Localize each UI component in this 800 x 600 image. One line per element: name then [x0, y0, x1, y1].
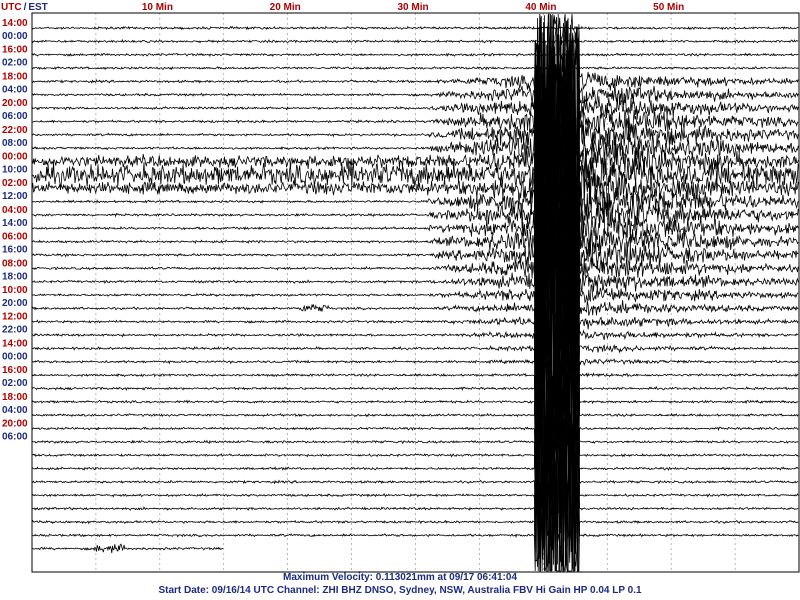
utc-time-label: 16:00	[2, 365, 28, 376]
utc-time-label: 14:00	[2, 18, 28, 29]
utc-time-label: 20:00	[2, 419, 28, 430]
utc-time-label: 00:00	[2, 152, 28, 163]
header-est: EST	[28, 2, 47, 13]
trace-line	[31, 25, 799, 31]
trace-line	[31, 251, 799, 394]
trace-line	[31, 435, 799, 555]
utc-time-label: 10:00	[2, 285, 28, 296]
trace-line	[31, 395, 799, 515]
footer-start-info: Start Date: 09/16/14 UTC Channel: ZHI BH…	[158, 585, 642, 596]
trace-line	[31, 311, 799, 437]
trace-line	[31, 15, 799, 176]
header-label: UTC / EST	[1, 2, 48, 13]
footer-max-velocity: Maximum Velocity: 0.113021mm at 09/17 06…	[282, 572, 518, 583]
utc-time-label: 18:00	[2, 392, 28, 403]
trace-line	[31, 543, 224, 554]
x-tick-label: 50 Min	[653, 2, 684, 13]
trace-line	[31, 266, 799, 402]
est-time-label: 18:00	[2, 271, 28, 282]
est-time-label: 14:00	[2, 218, 28, 229]
header-sep: /	[24, 2, 27, 13]
header-utc: UTC	[1, 2, 22, 13]
x-tick-label: 40 Min	[525, 2, 556, 13]
trace-line	[32, 421, 799, 541]
trace-line	[31, 325, 799, 451]
trace-line	[31, 66, 799, 71]
utc-time-label: 06:00	[2, 232, 28, 243]
trace-line	[31, 38, 799, 44]
utc-time-label: 12:00	[2, 312, 28, 323]
est-time-label: 10:00	[2, 165, 28, 176]
utc-time-label: 14:00	[2, 338, 28, 349]
x-tick-label: 20 Min	[270, 2, 301, 13]
utc-time-label: 18:00	[2, 71, 28, 82]
x-tick-label: 10 Min	[142, 2, 173, 13]
est-time-label: 00:00	[2, 31, 28, 42]
trace-line	[31, 462, 799, 572]
trace-line	[31, 354, 799, 476]
est-time-label: 06:00	[2, 432, 28, 443]
utc-time-label: 04:00	[2, 205, 28, 216]
trace-line	[31, 282, 799, 415]
utc-time-label: 22:00	[2, 125, 28, 136]
seismogram-plot: 10 Min 20 Min 30 Min 40 Min 50 Min 14:00 00:0…	[1, 2, 800, 573]
trace-line	[31, 340, 799, 464]
trace-line	[31, 22, 799, 194]
trace-line	[31, 198, 799, 361]
x-tick-label: 30 Min	[398, 2, 429, 13]
est-time-label: 06:00	[2, 111, 28, 122]
est-time-label: 02:00	[2, 58, 28, 69]
utc-time-label: 02:00	[2, 178, 28, 189]
est-time-label: 20:00	[2, 298, 28, 309]
est-time-label: 00:00	[2, 351, 28, 362]
trace-line	[31, 297, 799, 426]
utc-time-label: 20:00	[2, 98, 28, 109]
minute-grid	[95, 13, 736, 572]
x-tick-labels: 10 Min 20 Min 30 Min 40 Min 50 Min	[142, 2, 684, 13]
est-time-label: 02:00	[2, 378, 28, 389]
est-time-label: 16:00	[2, 245, 28, 256]
trace-line	[31, 52, 799, 58]
seismic-traces	[31, 13, 799, 572]
trace-line	[31, 475, 799, 572]
utc-time-label: 08:00	[2, 258, 28, 269]
est-time-label: 08:00	[2, 138, 28, 149]
est-time-label: 12:00	[2, 191, 28, 202]
est-time-label: 04:00	[2, 84, 28, 95]
est-time-label: 22:00	[2, 325, 28, 336]
est-time-label: 04:00	[2, 405, 28, 416]
utc-time-label: 16:00	[2, 45, 28, 56]
time-labels: 14:00 00:00 16:00 02:00 18:00 04:00 20:00 06:00…	[2, 18, 28, 443]
